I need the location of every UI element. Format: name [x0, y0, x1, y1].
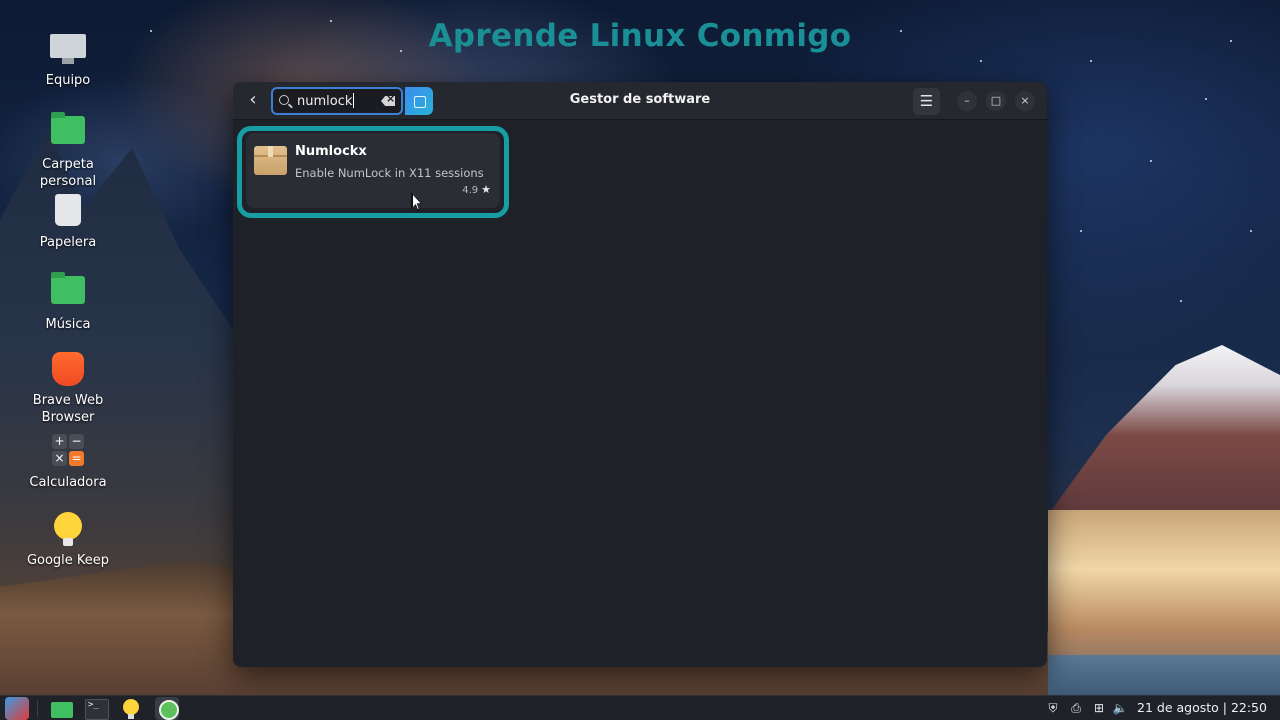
package-icon — [254, 146, 287, 175]
window-titlebar[interactable]: ‹ numlock Gestor de software ☰ – □ × — [233, 82, 1047, 120]
app-description: Enable NumLock in X11 sessions — [295, 166, 484, 180]
minimize-button[interactable]: – — [957, 91, 977, 111]
channel-banner-title: Aprende Linux Conmigo — [428, 18, 852, 54]
app-name: Numlockx — [295, 144, 367, 159]
desktop-icon-calculadora[interactable]: + − × = Calculadora — [18, 432, 118, 491]
shield-icon[interactable]: ⛨ — [1045, 700, 1061, 716]
desktop-icon-musica[interactable]: Música — [18, 272, 118, 333]
home-folder-icon — [50, 112, 86, 152]
star — [1150, 160, 1152, 162]
terminal-icon[interactable] — [84, 697, 109, 720]
printer-icon[interactable]: ⎙ — [1068, 700, 1084, 716]
star — [1090, 60, 1092, 62]
desktop-icon-carpeta-personal[interactable]: Carpeta personal — [18, 112, 118, 190]
taskbar-separator — [37, 700, 38, 717]
star — [1180, 300, 1182, 302]
brave-browser-icon — [50, 352, 86, 388]
star-icon: ★ — [481, 183, 491, 196]
taskbar: ⛨ ⎙ ⊞ 🔈 21 de agosto | 22:50 — [0, 695, 1280, 720]
clock[interactable]: 21 de agosto | 22:50 — [1137, 700, 1267, 715]
desktop-icon-label: Brave Web Browser — [32, 393, 104, 425]
desktop-icon-label: Google Keep — [26, 553, 110, 568]
star — [980, 60, 982, 62]
start-menu-icon[interactable] — [5, 697, 29, 720]
search-result-card[interactable]: Numlockx Enable NumLock in X11 sessions … — [246, 133, 500, 208]
desktop-icon-brave[interactable]: Brave Web Browser — [18, 352, 118, 426]
file-manager-icon[interactable] — [50, 697, 74, 720]
network-icon[interactable]: ⊞ — [1091, 700, 1107, 716]
desktop-icon-label: Papelera — [39, 235, 97, 250]
star — [1250, 230, 1252, 232]
desktop-icon-papelera[interactable]: Papelera — [18, 192, 118, 251]
star — [1205, 98, 1207, 100]
app-rating: 4.9 ★ — [462, 183, 491, 196]
software-manager-icon[interactable] — [155, 697, 179, 720]
music-folder-icon — [50, 272, 86, 312]
google-keep-icon — [50, 512, 86, 548]
wallpaper-lake — [1048, 655, 1280, 695]
desktop-icon-equipo[interactable]: Equipo — [18, 32, 118, 89]
rating-value: 4.9 — [462, 185, 479, 196]
software-manager-window: ‹ numlock Gestor de software ☰ – □ × Num… — [233, 82, 1047, 667]
google-keep-icon[interactable] — [119, 697, 143, 720]
desktop-icon-label: Música — [45, 317, 91, 332]
maximize-button[interactable]: □ — [986, 91, 1006, 111]
volume-icon[interactable]: 🔈 — [1112, 700, 1128, 716]
desktop-icon-label: Equipo — [45, 73, 91, 88]
desktop-icon-label: Calculadora — [29, 475, 107, 490]
hamburger-menu-button[interactable]: ☰ — [913, 88, 940, 115]
trash-icon — [50, 194, 86, 230]
desktop-icon-google-keep[interactable]: Google Keep — [18, 512, 118, 569]
desktop-icon-label: Carpeta personal — [39, 157, 97, 189]
calculator-icon: + − × = — [50, 434, 86, 470]
star — [1080, 230, 1082, 232]
computer-icon — [50, 32, 86, 68]
close-button[interactable]: × — [1015, 91, 1035, 111]
